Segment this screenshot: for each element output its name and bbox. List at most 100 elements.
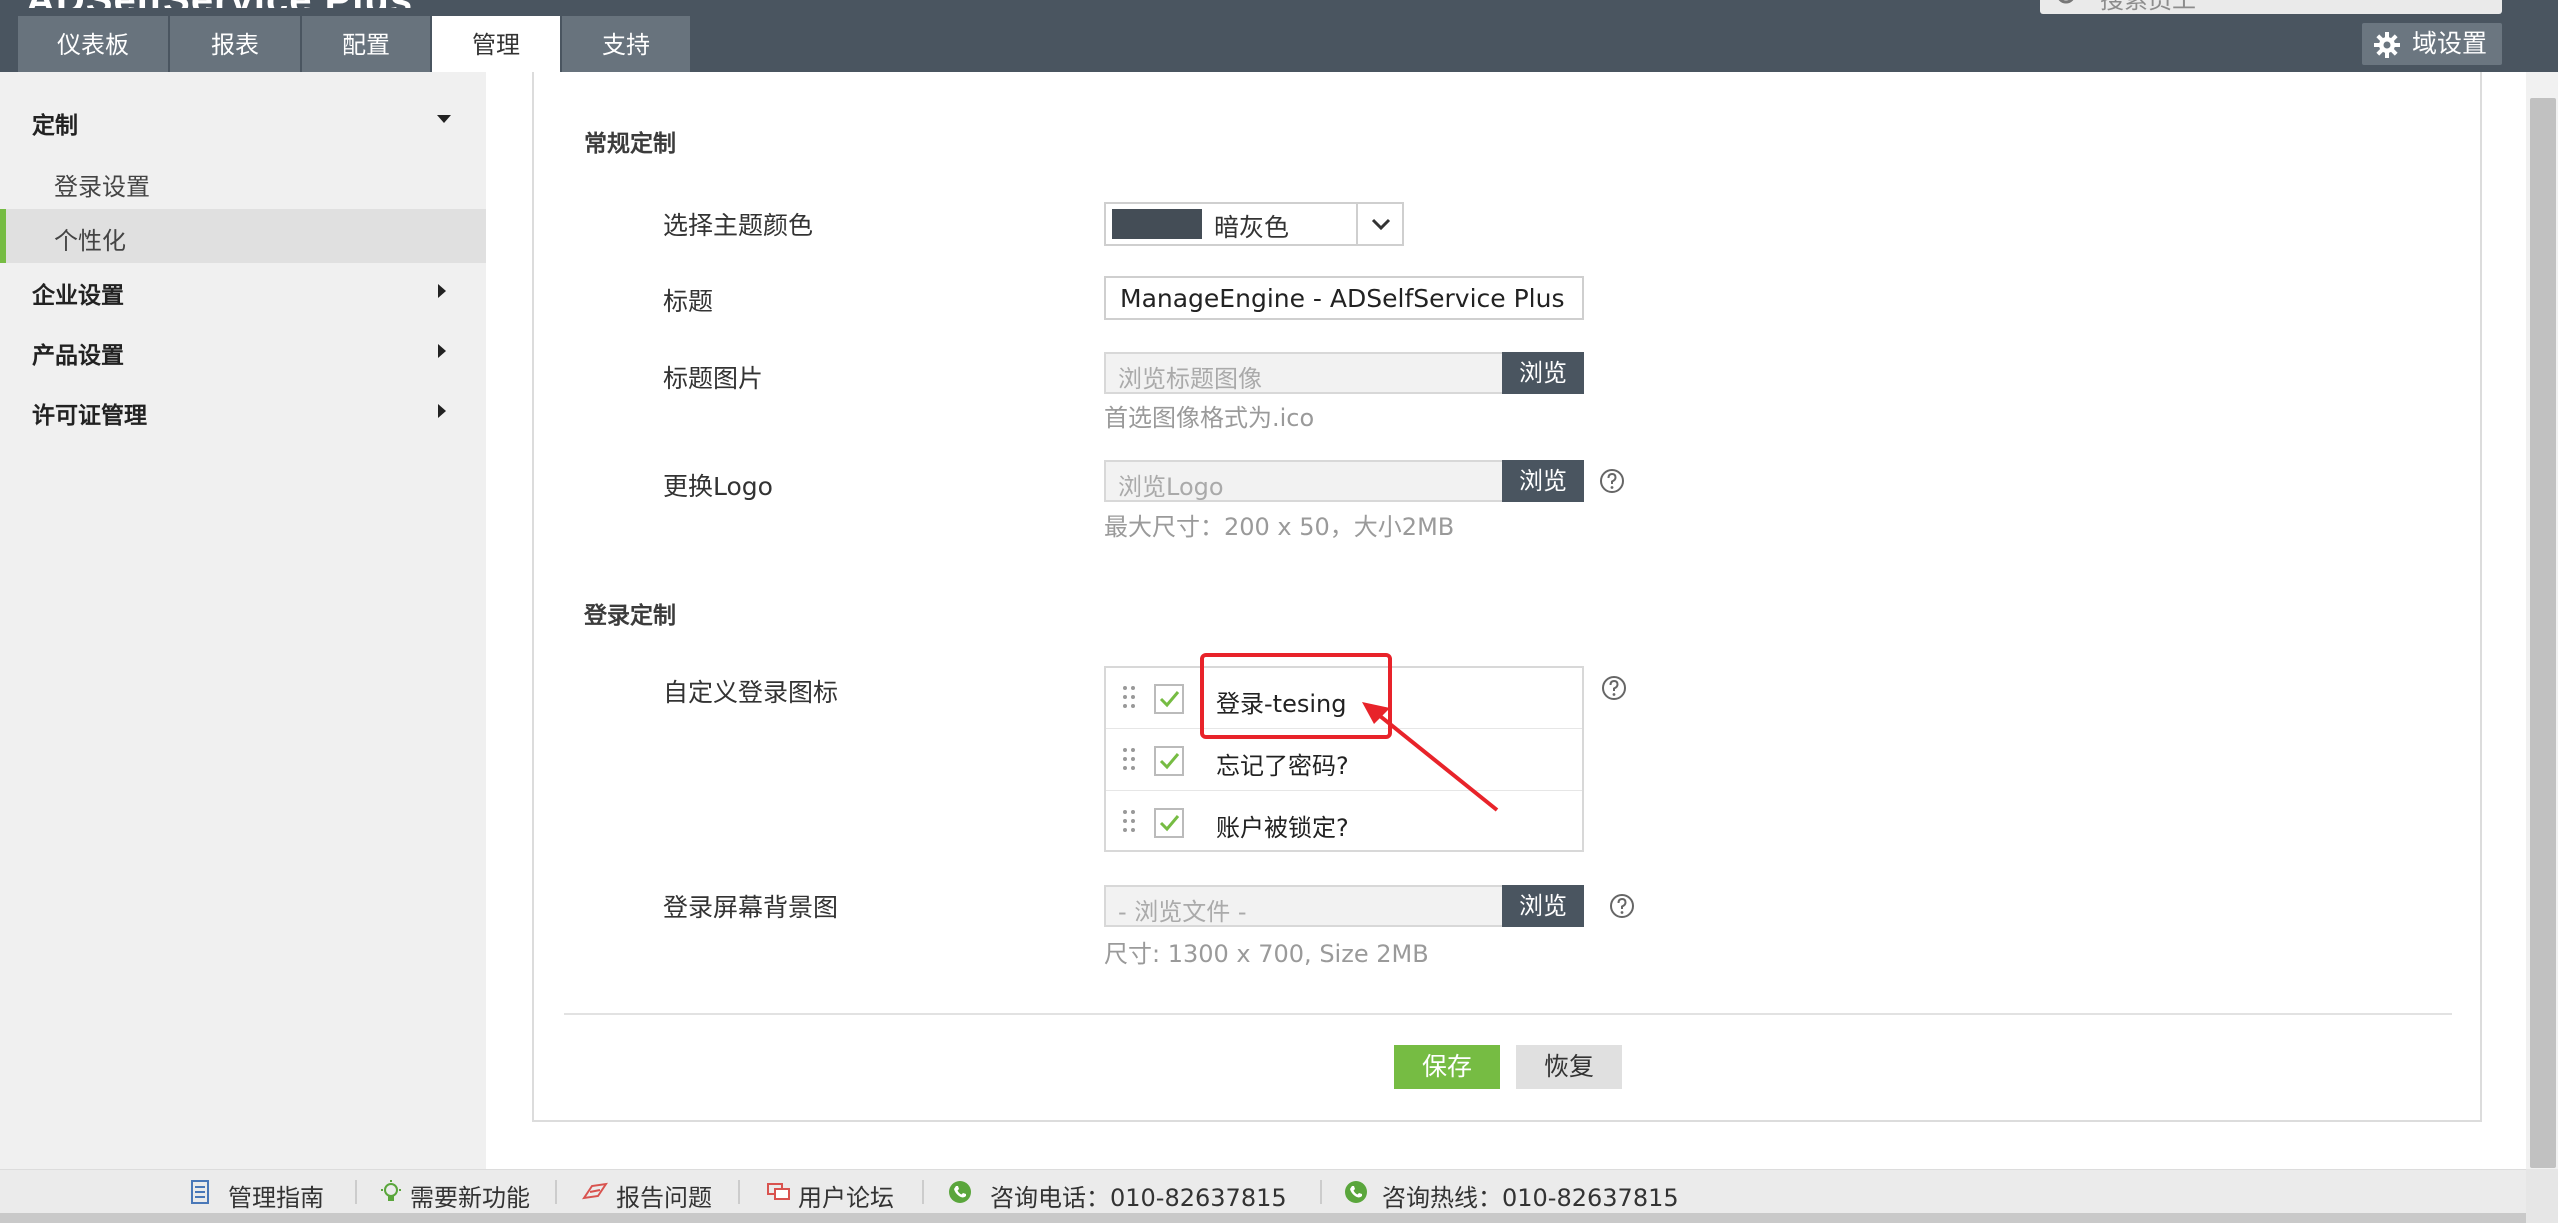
title-label: 标题	[663, 287, 714, 316]
save-button[interactable]: 保存	[1394, 1045, 1500, 1089]
search-input[interactable]: 搜索员工	[2040, 0, 2502, 14]
horizontal-scrollbar[interactable]	[0, 1213, 2526, 1223]
logo-file-input[interactable]: 浏览Logo	[1104, 460, 1502, 502]
caret-right-icon	[438, 404, 446, 418]
tab-reports[interactable]: 报表	[170, 16, 300, 72]
login-background-file-input[interactable]: - 浏览文件 -	[1104, 885, 1502, 927]
general-section-title: 常规定制	[584, 131, 676, 157]
forum-icon	[767, 1183, 790, 1200]
theme-color-select[interactable]: 暗灰色	[1104, 202, 1404, 246]
footer-link-label: 管理指南	[228, 1184, 324, 1212]
login-item-checkbox[interactable]	[1154, 808, 1184, 838]
search-placeholder: 搜索员工	[2100, 0, 2196, 14]
footer-phone-text: 咨询电话：010-82637815	[990, 1184, 1287, 1212]
top-header: ADSelfService Plus 搜索员工 仪表板 报表 配置 管理 支持 …	[0, 0, 2558, 72]
title-image-label: 标题图片	[663, 364, 764, 393]
chevron-down-icon	[1371, 218, 1391, 231]
sidebar-item-label: 许可证管理	[32, 403, 147, 429]
report-icon	[582, 1182, 608, 1200]
personalization-panel	[532, 72, 2482, 1122]
footer-separator	[555, 1180, 557, 1204]
sidebar-item-label: 登录设置	[54, 173, 150, 201]
caret-right-icon	[438, 284, 446, 298]
footer-link-label: 报告问题	[616, 1184, 712, 1212]
drag-handle-icon[interactable]	[1122, 808, 1136, 834]
sidebar-item-label: 企业设置	[32, 283, 124, 309]
annotation-arrow-icon	[1362, 702, 1499, 812]
title-input[interactable]	[1104, 276, 1584, 320]
footer-admin-guide-link[interactable]: 管理指南	[190, 1178, 340, 1212]
main-tabs: 仪表板 报表 配置 管理 支持	[18, 16, 692, 72]
footer-link-label: 用户论坛	[798, 1184, 894, 1212]
phone-icon	[949, 1181, 971, 1203]
footer-forum-link[interactable]: 用户论坛	[766, 1178, 906, 1212]
footer-hotline: 咨询热线：010-82637815	[1344, 1178, 1694, 1212]
caret-right-icon	[438, 344, 446, 358]
list-item[interactable]: 账户被锁定?	[1106, 792, 1582, 853]
tab-dashboard[interactable]: 仪表板	[18, 16, 168, 72]
tab-configuration[interactable]: 配置	[302, 16, 430, 72]
footer-separator	[922, 1180, 924, 1204]
sidebar-item-enterprise-settings[interactable]: 企业设置	[0, 262, 486, 322]
reset-button[interactable]: 恢复	[1516, 1045, 1622, 1089]
scrollbar-thumb[interactable]	[2530, 98, 2556, 1168]
drag-handle-icon[interactable]	[1122, 684, 1136, 710]
dropdown-toggle[interactable]	[1356, 204, 1402, 244]
theme-color-label: 选择主题颜色	[663, 211, 814, 240]
sidebar: 定制 登录设置 个性化 企业设置 产品设置 许可证管理	[0, 72, 486, 1169]
sidebar-item-login-settings[interactable]: 登录设置	[0, 155, 486, 209]
login-item-checkbox[interactable]	[1154, 746, 1184, 776]
tab-admin[interactable]: 管理	[432, 16, 560, 72]
document-icon	[191, 1180, 209, 1204]
login-item-checkbox[interactable]	[1154, 684, 1184, 714]
logo-label: 更换Logo	[663, 472, 773, 501]
sidebar-item-license-management[interactable]: 许可证管理	[0, 382, 486, 442]
brand-text: ADSelfService Plus	[26, 0, 413, 8]
drag-handle-icon[interactable]	[1122, 746, 1136, 772]
title-image-hint: 首选图像格式为.ico	[1104, 404, 1315, 432]
sidebar-item-label: 个性化	[54, 227, 126, 255]
sidebar-item-customize[interactable]: 定制	[0, 92, 486, 152]
footer-bar: 管理指南 需要新功能 报告问题 用户论坛 咨询电话：010-82637815 咨…	[0, 1169, 2526, 1213]
checkmark-icon	[1159, 753, 1180, 770]
footer-separator	[355, 1180, 357, 1204]
login-background-hint: 尺寸: 1300 x 700, Size 2MB	[1104, 940, 1429, 968]
footer-separator	[738, 1180, 740, 1204]
gear-icon	[2374, 32, 2400, 58]
sidebar-item-label: 产品设置	[32, 343, 124, 369]
product-logo: ADSelfService Plus	[26, 0, 413, 8]
domain-settings-button[interactable]: 域设置	[2362, 23, 2502, 65]
footer-hotline-text: 咨询热线：010-82637815	[1382, 1184, 1679, 1212]
logo-hint: 最大尺寸：200 x 50，大小2MB	[1104, 513, 1455, 541]
login-section-title: 登录定制	[584, 603, 676, 629]
checkmark-icon	[1159, 691, 1180, 708]
sidebar-item-personalization[interactable]: 个性化	[0, 209, 486, 263]
logo-browse-button[interactable]: 浏览	[1502, 460, 1584, 502]
help-icon[interactable]	[1600, 674, 1628, 702]
footer-separator	[1320, 1180, 1322, 1204]
domain-settings-label: 域设置	[2412, 29, 2488, 58]
login-item-label: 忘记了密码?	[1216, 752, 1349, 780]
sidebar-item-product-settings[interactable]: 产品设置	[0, 322, 486, 382]
caret-down-icon	[437, 115, 451, 123]
footer-phone-consult: 咨询电话：010-82637815	[948, 1178, 1298, 1212]
divider	[564, 1013, 2452, 1015]
title-image-browse-button[interactable]: 浏览	[1502, 352, 1584, 394]
login-background-label: 登录屏幕背景图	[663, 893, 839, 922]
phone-icon	[1345, 1181, 1367, 1203]
sidebar-item-label: 定制	[32, 113, 78, 139]
theme-color-swatch	[1112, 209, 1202, 239]
tab-support[interactable]: 支持	[562, 16, 690, 72]
theme-color-value: 暗灰色	[1214, 213, 1290, 242]
help-icon[interactable]	[1598, 467, 1626, 495]
footer-feature-request-link[interactable]: 需要新功能	[380, 1178, 540, 1212]
footer-link-label: 需要新功能	[410, 1184, 530, 1212]
footer-report-issue-link[interactable]: 报告问题	[582, 1178, 722, 1212]
search-icon	[2058, 0, 2074, 4]
custom-login-icons-label: 自定义登录图标	[663, 678, 839, 707]
help-icon[interactable]	[1608, 892, 1636, 920]
title-image-file-input[interactable]: 浏览标题图像	[1104, 352, 1502, 394]
login-background-browse-button[interactable]: 浏览	[1502, 885, 1584, 927]
login-item-label: 账户被锁定?	[1216, 814, 1349, 842]
list-item[interactable]: 忘记了密码?	[1106, 730, 1582, 791]
